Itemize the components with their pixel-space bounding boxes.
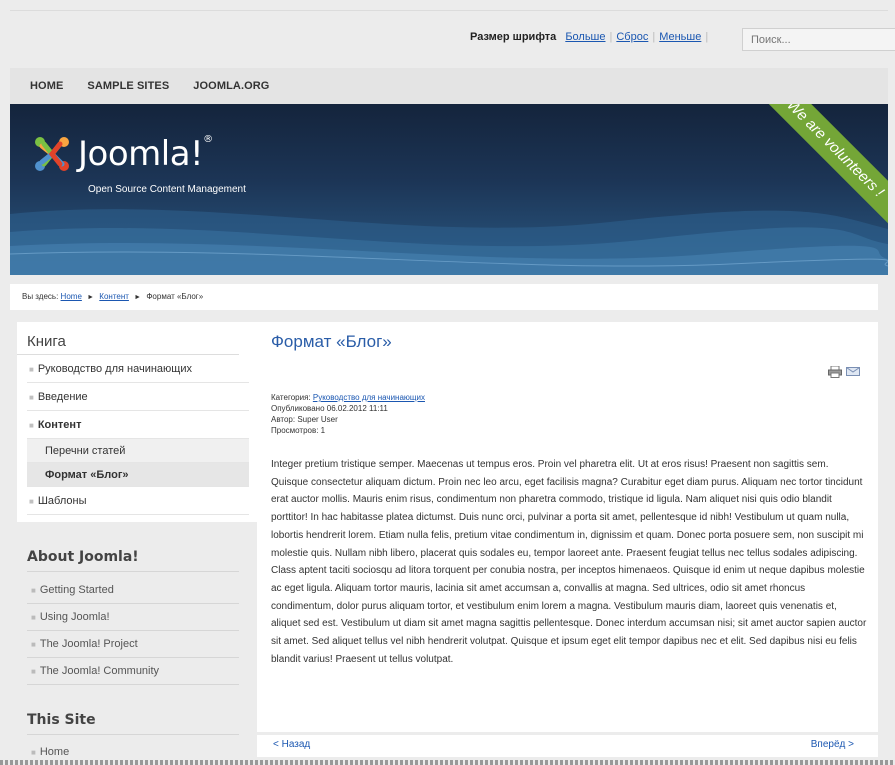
menu-item-label: Шаблоны — [37, 495, 87, 507]
header-banner: Joomla!® Open Source Content Management … — [10, 104, 888, 275]
menu-item-intro[interactable]: ■ Введение — [27, 383, 249, 411]
bullet-icon: ■ — [31, 613, 36, 622]
about-joomla-menu: ■ Getting Started ■ Using Joomla! ■ The Joo… — [27, 577, 239, 685]
nav-joomla-org[interactable]: JOOMLA.ORG — [181, 80, 281, 92]
font-bigger-link[interactable]: Больше — [565, 31, 605, 43]
logo-tm: ® — [203, 134, 213, 145]
bullet-icon: ■ — [29, 497, 34, 506]
breadcrumb-prefix: Вы здесь: — [22, 292, 59, 301]
menu-item-label: The Joomla! Community — [39, 665, 160, 677]
this-site-title: This Site — [27, 712, 96, 728]
article-title[interactable]: Формат «Блог» — [271, 332, 392, 352]
breadcrumb-home[interactable]: Home — [61, 292, 82, 301]
logo-text: Joomla! — [78, 134, 204, 174]
category-label: Категория: — [271, 393, 311, 402]
menu-item-label: Введение — [37, 391, 88, 403]
joomla-logo-icon — [35, 137, 69, 171]
volunteers-ribbon[interactable]: We are volunteers ! — [768, 104, 888, 224]
menu-item-label: Перечни статей — [45, 445, 126, 457]
joomla-logo[interactable]: Joomla!® — [32, 134, 213, 174]
breadcrumb-content[interactable]: Контент — [99, 292, 129, 301]
menu-item-templates[interactable]: ■ Шаблоны — [27, 487, 249, 515]
separator: | — [609, 31, 613, 43]
bullet-icon: ■ — [29, 393, 34, 402]
font-size-label: Размер шрифта — [470, 31, 557, 43]
site-tagline: Open Source Content Management — [88, 184, 246, 195]
font-smaller-link[interactable]: Меньше — [659, 31, 701, 43]
top-bar: Размер шрифта Больше | Сброс | Меньше | — [10, 10, 895, 65]
search-input[interactable] — [742, 28, 895, 51]
next-link[interactable]: Вперёд > — [811, 739, 854, 750]
divider — [27, 734, 239, 735]
article-published: Опубликовано 06.02.2012 11:11 — [271, 404, 388, 413]
article-meta: Категория: Руководство для начинающих Оп… — [271, 392, 425, 436]
separator: | — [705, 31, 709, 43]
menu-item-using-joomla[interactable]: ■ Using Joomla! — [27, 604, 239, 631]
article-body: Integer pretium tristique semper. Maecen… — [271, 459, 867, 665]
print-icon[interactable] — [828, 366, 842, 378]
breadcrumb-arrow-icon: ► — [134, 294, 142, 301]
sidebar-title: Книга — [17, 322, 239, 355]
menu-item-joomla-project[interactable]: ■ The Joomla! Project — [27, 631, 239, 658]
category-link[interactable]: Руководство для начинающих — [313, 393, 425, 402]
menu-item-label: Home — [39, 746, 70, 758]
menu-item-label: Руководство для начинающих — [37, 363, 192, 375]
bullet-icon: ■ — [29, 365, 34, 374]
menu-item-label: Контент — [37, 419, 82, 431]
menu-item-label: The Joomla! Project — [39, 638, 138, 650]
menu-item-label: Формат «Блог» — [45, 469, 129, 481]
font-size-controls: Размер шрифта Больше | Сброс | Меньше | — [470, 31, 709, 43]
book-menu: ■ Руководство для начинающих ■ Введение ■ К… — [27, 355, 249, 515]
separator: | — [652, 31, 656, 43]
bullet-icon: ■ — [31, 667, 36, 676]
menu-item-beginners[interactable]: ■ Руководство для начинающих — [27, 355, 249, 383]
main-nav: HOME SAMPLE SITES JOOMLA.ORG — [10, 68, 888, 104]
logo-wordmark: Joomla!® — [78, 134, 213, 174]
bullet-icon: ■ — [31, 586, 36, 595]
font-reset-link[interactable]: Сброс — [616, 31, 648, 43]
sidebar-book-module: Книга ■ Руководство для начинающих ■ Введе… — [17, 322, 257, 522]
article-category: Категория: Руководство для начинающих — [271, 392, 425, 403]
menu-item-label: Using Joomla! — [39, 611, 110, 623]
breadcrumb-current: Формат «Блог» — [146, 292, 204, 301]
menu-item-article-lists[interactable]: Перечни статей — [27, 439, 249, 463]
cutoff-footer — [0, 760, 895, 765]
menu-item-content[interactable]: ■ Контент — [27, 411, 249, 439]
about-joomla-title: About Joomla! — [27, 549, 139, 565]
breadcrumb: Вы здесь: Home ► Контент ► Формат «Блог» — [10, 284, 878, 310]
menu-item-label: Getting Started — [39, 584, 114, 596]
prev-link[interactable]: < Назад — [273, 739, 310, 750]
bullet-icon: ■ — [31, 640, 36, 649]
article-views: Просмотров: 1 — [271, 426, 326, 435]
bullet-icon: ■ — [31, 748, 36, 757]
nav-home[interactable]: HOME — [18, 80, 75, 92]
breadcrumb-arrow-icon: ► — [87, 294, 95, 301]
divider — [27, 571, 239, 572]
article-author: Автор: Super User — [271, 415, 338, 424]
nav-sample-sites[interactable]: SAMPLE SITES — [75, 80, 181, 92]
bullet-icon: ■ — [29, 421, 34, 430]
menu-item-blog-format[interactable]: Формат «Блог» — [27, 463, 249, 487]
menu-item-joomla-community[interactable]: ■ The Joomla! Community — [27, 658, 239, 685]
article-pager: < Назад Вперёд > — [257, 735, 878, 757]
ribbon-wrapper: We are volunteers ! — [768, 104, 888, 224]
email-icon[interactable] — [846, 366, 860, 377]
menu-item-getting-started[interactable]: ■ Getting Started — [27, 577, 239, 604]
article-icons — [828, 366, 860, 378]
article: Формат «Блог» Категория: Руководство для… — [257, 322, 878, 732]
